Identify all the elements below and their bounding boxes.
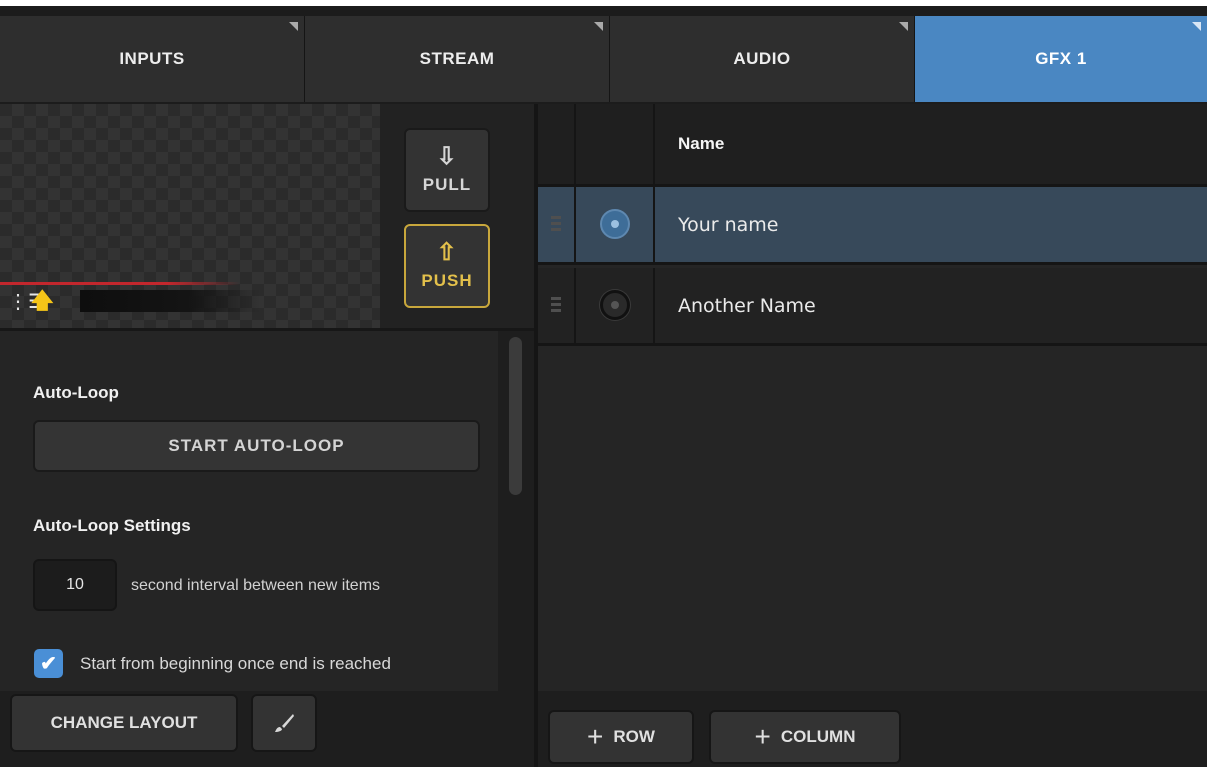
push-button[interactable]: ⇧ PUSH bbox=[404, 224, 490, 308]
row-radio[interactable] bbox=[600, 290, 630, 320]
add-column-button[interactable]: + COLUMN bbox=[709, 710, 901, 764]
column-header-name[interactable]: Name bbox=[655, 104, 1207, 184]
up-arrow-icon[interactable]: 🡅 bbox=[31, 290, 54, 312]
add-column-label: COLUMN bbox=[780, 727, 856, 746]
interval-input[interactable] bbox=[33, 559, 117, 611]
bottom-left-toolbar: CHANGE LAYOUT bbox=[0, 691, 534, 767]
corner-triangle-icon bbox=[899, 22, 908, 31]
add-row-button[interactable]: + ROW bbox=[548, 710, 694, 764]
graphics-preview: ⋮☰ 🡅 ⇩ PULL ⇧ PUSH bbox=[0, 104, 534, 331]
checkmark-icon: ✔ bbox=[40, 653, 57, 675]
restart-checkbox[interactable]: ✔ bbox=[34, 649, 63, 678]
pull-label: PULL bbox=[422, 175, 472, 194]
plus-icon: + bbox=[754, 721, 771, 752]
change-layout-button[interactable]: CHANGE LAYOUT bbox=[10, 694, 238, 752]
push-label: PUSH bbox=[421, 271, 473, 290]
preview-title-bar bbox=[80, 290, 260, 312]
tab-stream[interactable]: STREAM bbox=[305, 16, 610, 102]
pull-button[interactable]: ⇩ PULL bbox=[404, 128, 490, 212]
data-table: Name Your name Another Name bbox=[538, 104, 1207, 691]
scrollbar-thumb[interactable] bbox=[509, 337, 522, 495]
restart-label: Start from beginning once end is reached bbox=[80, 654, 391, 673]
drag-handle-icon[interactable] bbox=[551, 297, 561, 315]
tab-label: GFX 1 bbox=[1035, 49, 1087, 68]
app-window: INPUTS STREAM AUDIO GFX 1 ⋮☰ 🡅 ⇩ PULL ⇧ … bbox=[0, 6, 1207, 767]
interval-label: second interval between new items bbox=[131, 577, 381, 594]
name-cell[interactable]: Your name bbox=[655, 187, 1207, 262]
tab-label: INPUTS bbox=[119, 49, 185, 68]
tab-gfx-1[interactable]: GFX 1 bbox=[915, 16, 1207, 102]
corner-triangle-icon bbox=[594, 22, 603, 31]
corner-triangle-icon bbox=[1192, 22, 1201, 31]
table-row[interactable]: Your name bbox=[538, 187, 1207, 265]
corner-triangle-icon bbox=[289, 22, 298, 31]
edit-style-button[interactable] bbox=[251, 694, 317, 752]
cell-text: Another Name bbox=[678, 294, 816, 317]
header-drag-cell bbox=[538, 104, 576, 184]
header-select-cell bbox=[576, 104, 655, 184]
add-row-label: ROW bbox=[613, 727, 655, 746]
autoloop-title: Auto-Loop bbox=[33, 383, 119, 402]
autoloop-panel: Auto-Loop START AUTO-LOOP Auto-Loop Sett… bbox=[0, 331, 534, 691]
table-row[interactable]: Another Name bbox=[538, 268, 1207, 346]
paintbrush-icon bbox=[275, 714, 294, 732]
preview-red-line bbox=[0, 282, 240, 285]
table-header-row: Name bbox=[538, 104, 1207, 187]
tab-label: AUDIO bbox=[733, 49, 791, 68]
tab-bar: INPUTS STREAM AUDIO GFX 1 bbox=[0, 6, 1207, 104]
autoloop-settings-title: Auto-Loop Settings bbox=[33, 516, 191, 535]
column-header-label: Name bbox=[678, 134, 725, 153]
drag-handle-cell bbox=[538, 187, 576, 262]
tab-audio[interactable]: AUDIO bbox=[610, 16, 915, 102]
drag-handle-cell bbox=[538, 268, 576, 343]
tab-inputs[interactable]: INPUTS bbox=[0, 16, 305, 102]
up-arrow-outline-icon: ⇧ bbox=[436, 239, 458, 266]
plus-icon: + bbox=[587, 721, 604, 752]
select-cell bbox=[576, 268, 655, 343]
tab-label: STREAM bbox=[419, 49, 495, 68]
down-arrow-outline-icon: ⇩ bbox=[436, 143, 458, 170]
bottom-right-toolbar: + ROW + COLUMN bbox=[538, 691, 1207, 767]
row-radio-selected[interactable] bbox=[600, 209, 630, 239]
name-cell[interactable]: Another Name bbox=[655, 268, 1207, 343]
select-cell bbox=[576, 187, 655, 262]
start-autoloop-button[interactable]: START AUTO-LOOP bbox=[33, 420, 480, 472]
cell-text: Your name bbox=[678, 213, 779, 236]
drag-handle-icon[interactable] bbox=[551, 216, 561, 234]
